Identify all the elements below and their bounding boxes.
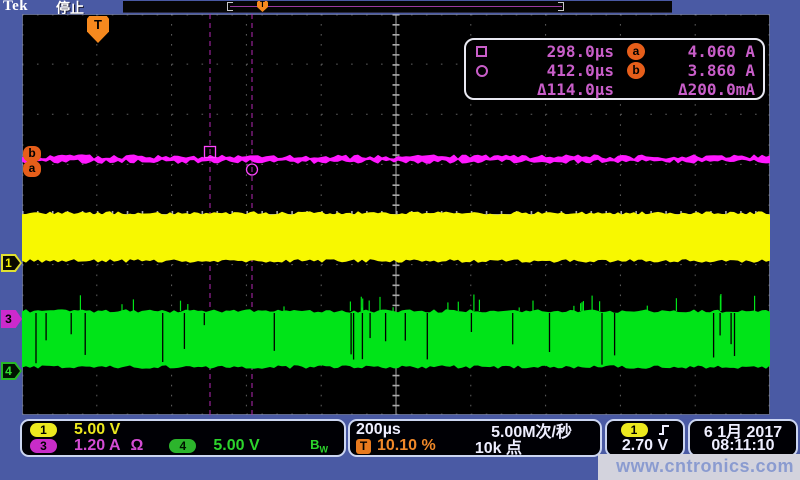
record-view-bar: T — [123, 1, 672, 13]
trigger-position-value: 10.10 % — [377, 437, 436, 455]
channel3-scale: 1.20 A — [74, 437, 121, 455]
trigger-source-badge: 1 — [621, 423, 648, 437]
cursor2-time: 412.0µs — [502, 61, 614, 80]
channel4-marker-label: 4 — [1, 363, 16, 379]
channel-readout-box: 1 5.00 V 3 1.20 A Ω 4 5.00 V BW — [20, 419, 346, 457]
channel1-readout-row: 1 5.00 V — [26, 422, 340, 438]
cursor-delta-time: Δ114.0µs — [502, 80, 614, 99]
cursor-a-badge: a — [23, 161, 41, 177]
record-view-window-line — [230, 6, 562, 7]
tek-logo: Tek — [3, 0, 28, 15]
record-view-right-bracket — [558, 2, 564, 11]
circle-cursor-icon — [476, 65, 488, 77]
trigger-t-badge: T — [356, 439, 371, 454]
trigger-source-row: 1 — [611, 422, 679, 438]
cursor2-row: 412.0µs b 3.860 A — [476, 61, 755, 80]
channel3-position-marker: 3 — [1, 310, 22, 328]
time-value: 08:11:10 — [711, 437, 774, 455]
trigger-readout-box: 1 2.70 V — [605, 419, 685, 457]
cursor1-value: 4.060 A — [658, 42, 755, 61]
rising-edge-icon — [658, 423, 670, 437]
watermark: www.cntronics.com — [598, 454, 800, 480]
cursor1-row: 298.0µs a 4.060 A — [476, 42, 755, 61]
channel1-badge: 1 — [30, 423, 57, 437]
trigger-level-value: 2.70 V — [622, 437, 668, 455]
channel4-scale: 5.00 V — [213, 437, 259, 455]
cursor1-time: 298.0µs — [502, 42, 614, 61]
cursor-delta-row: Δ114.0µs Δ200.0mA — [476, 80, 755, 99]
cursor-a-source-badge: a — [627, 43, 645, 60]
channel4-badge: 4 — [169, 439, 196, 453]
cursor2-value: 3.860 A — [658, 61, 755, 80]
record-trigger-marker-icon: T — [257, 1, 268, 12]
channel1-position-marker: 1 — [1, 254, 22, 272]
record-length-value: 10k 点 — [475, 434, 522, 458]
horizontal-readout-box: 200µs 5.00M次/秒 T 10.10 % 10k 点 — [348, 419, 602, 457]
channel3-channel4-readout-row: 3 1.20 A Ω 4 5.00 V BW — [26, 438, 340, 454]
cursor-b-badge: b — [23, 146, 41, 162]
channel3-badge: 3 — [30, 439, 57, 453]
channel3-marker-label: 3 — [1, 311, 16, 327]
square-cursor-icon — [476, 46, 487, 57]
channel1-marker-label: 1 — [1, 255, 16, 271]
cursor-readout-box: 298.0µs a 4.060 A 412.0µs b 3.860 A Δ114… — [464, 38, 765, 100]
channel4-position-marker: 4 — [1, 362, 22, 380]
cursor-b-source-badge: b — [627, 62, 645, 79]
cursor-delta-value: Δ200.0mA — [658, 80, 755, 99]
datetime-box: 6 1月 2017 08:11:10 — [688, 419, 798, 457]
trigger-level-row: 2.70 V — [611, 438, 679, 454]
date-row: 6 1月 2017 — [692, 422, 794, 438]
record-view-left-bracket — [227, 2, 233, 11]
channel3-coupling-ohm: Ω — [131, 437, 144, 455]
bandwidth-limit-icon: BW — [310, 437, 328, 455]
top-status-bar: Tek 停止 T — [0, 0, 800, 14]
